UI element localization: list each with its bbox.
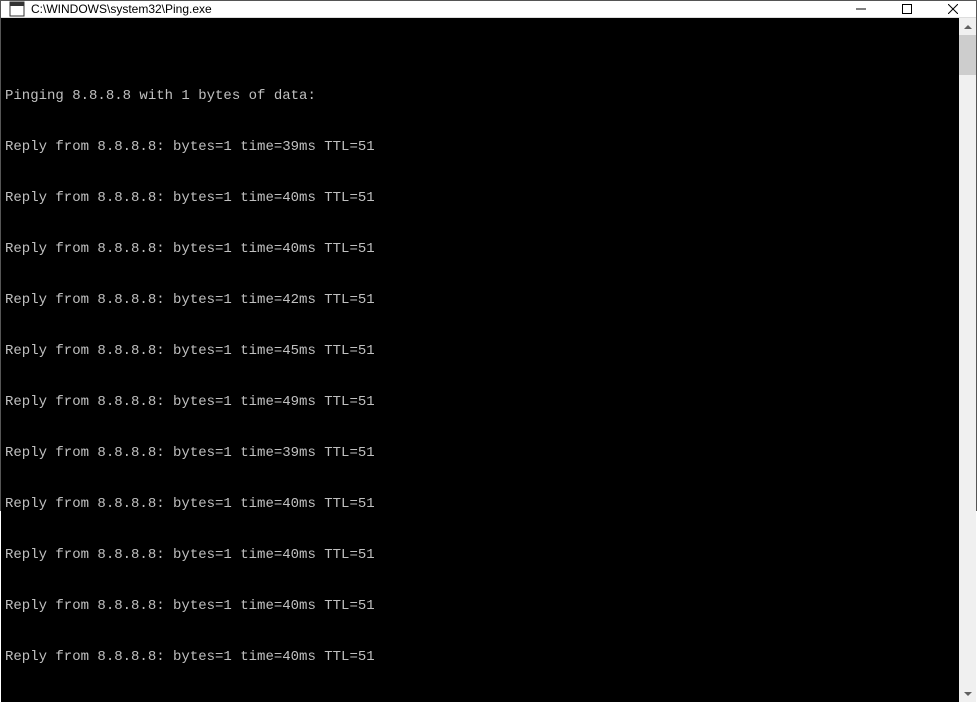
window-title: C:\WINDOWS\system32\Ping.exe [31,2,838,16]
close-button[interactable] [930,1,976,17]
console-line: Reply from 8.8.8.8: bytes=1 time=40ms TT… [5,241,955,258]
console-line: Reply from 8.8.8.8: bytes=1 time=49ms TT… [5,394,955,411]
console-line: Reply from 8.8.8.8: bytes=1 time=40ms TT… [5,496,955,513]
scroll-thumb[interactable] [959,35,976,75]
scroll-track[interactable] [959,35,976,685]
console-line: Reply from 8.8.8.8: bytes=1 time=39ms TT… [5,139,955,156]
console-line: Reply from 8.8.8.8: bytes=1 time=40ms TT… [5,598,955,615]
console-line: Reply from 8.8.8.8: bytes=1 time=40ms TT… [5,547,955,564]
console-line: Pinging 8.8.8.8 with 1 bytes of data: [5,88,955,105]
window-controls [838,1,976,17]
console-line: Reply from 8.8.8.8: bytes=1 time=42ms TT… [5,292,955,309]
scroll-up-button[interactable] [959,18,976,35]
maximize-button[interactable] [884,1,930,17]
console-area: Pinging 8.8.8.8 with 1 bytes of data: Re… [1,18,976,702]
console-window: C:\WINDOWS\system32\Ping.exe Pinging 8.8… [0,0,977,511]
scroll-down-button[interactable] [959,685,976,702]
vertical-scrollbar[interactable] [959,18,976,702]
console-line: Reply from 8.8.8.8: bytes=1 time=40ms TT… [5,649,955,666]
titlebar[interactable]: C:\WINDOWS\system32\Ping.exe [1,1,976,18]
app-icon [9,1,25,17]
console-line: Reply from 8.8.8.8: bytes=1 time=40ms TT… [5,190,955,207]
console-output[interactable]: Pinging 8.8.8.8 with 1 bytes of data: Re… [1,18,959,702]
console-line: Reply from 8.8.8.8: bytes=1 time=39ms TT… [5,445,955,462]
console-line: Reply from 8.8.8.8: bytes=1 time=45ms TT… [5,343,955,360]
minimize-button[interactable] [838,1,884,17]
